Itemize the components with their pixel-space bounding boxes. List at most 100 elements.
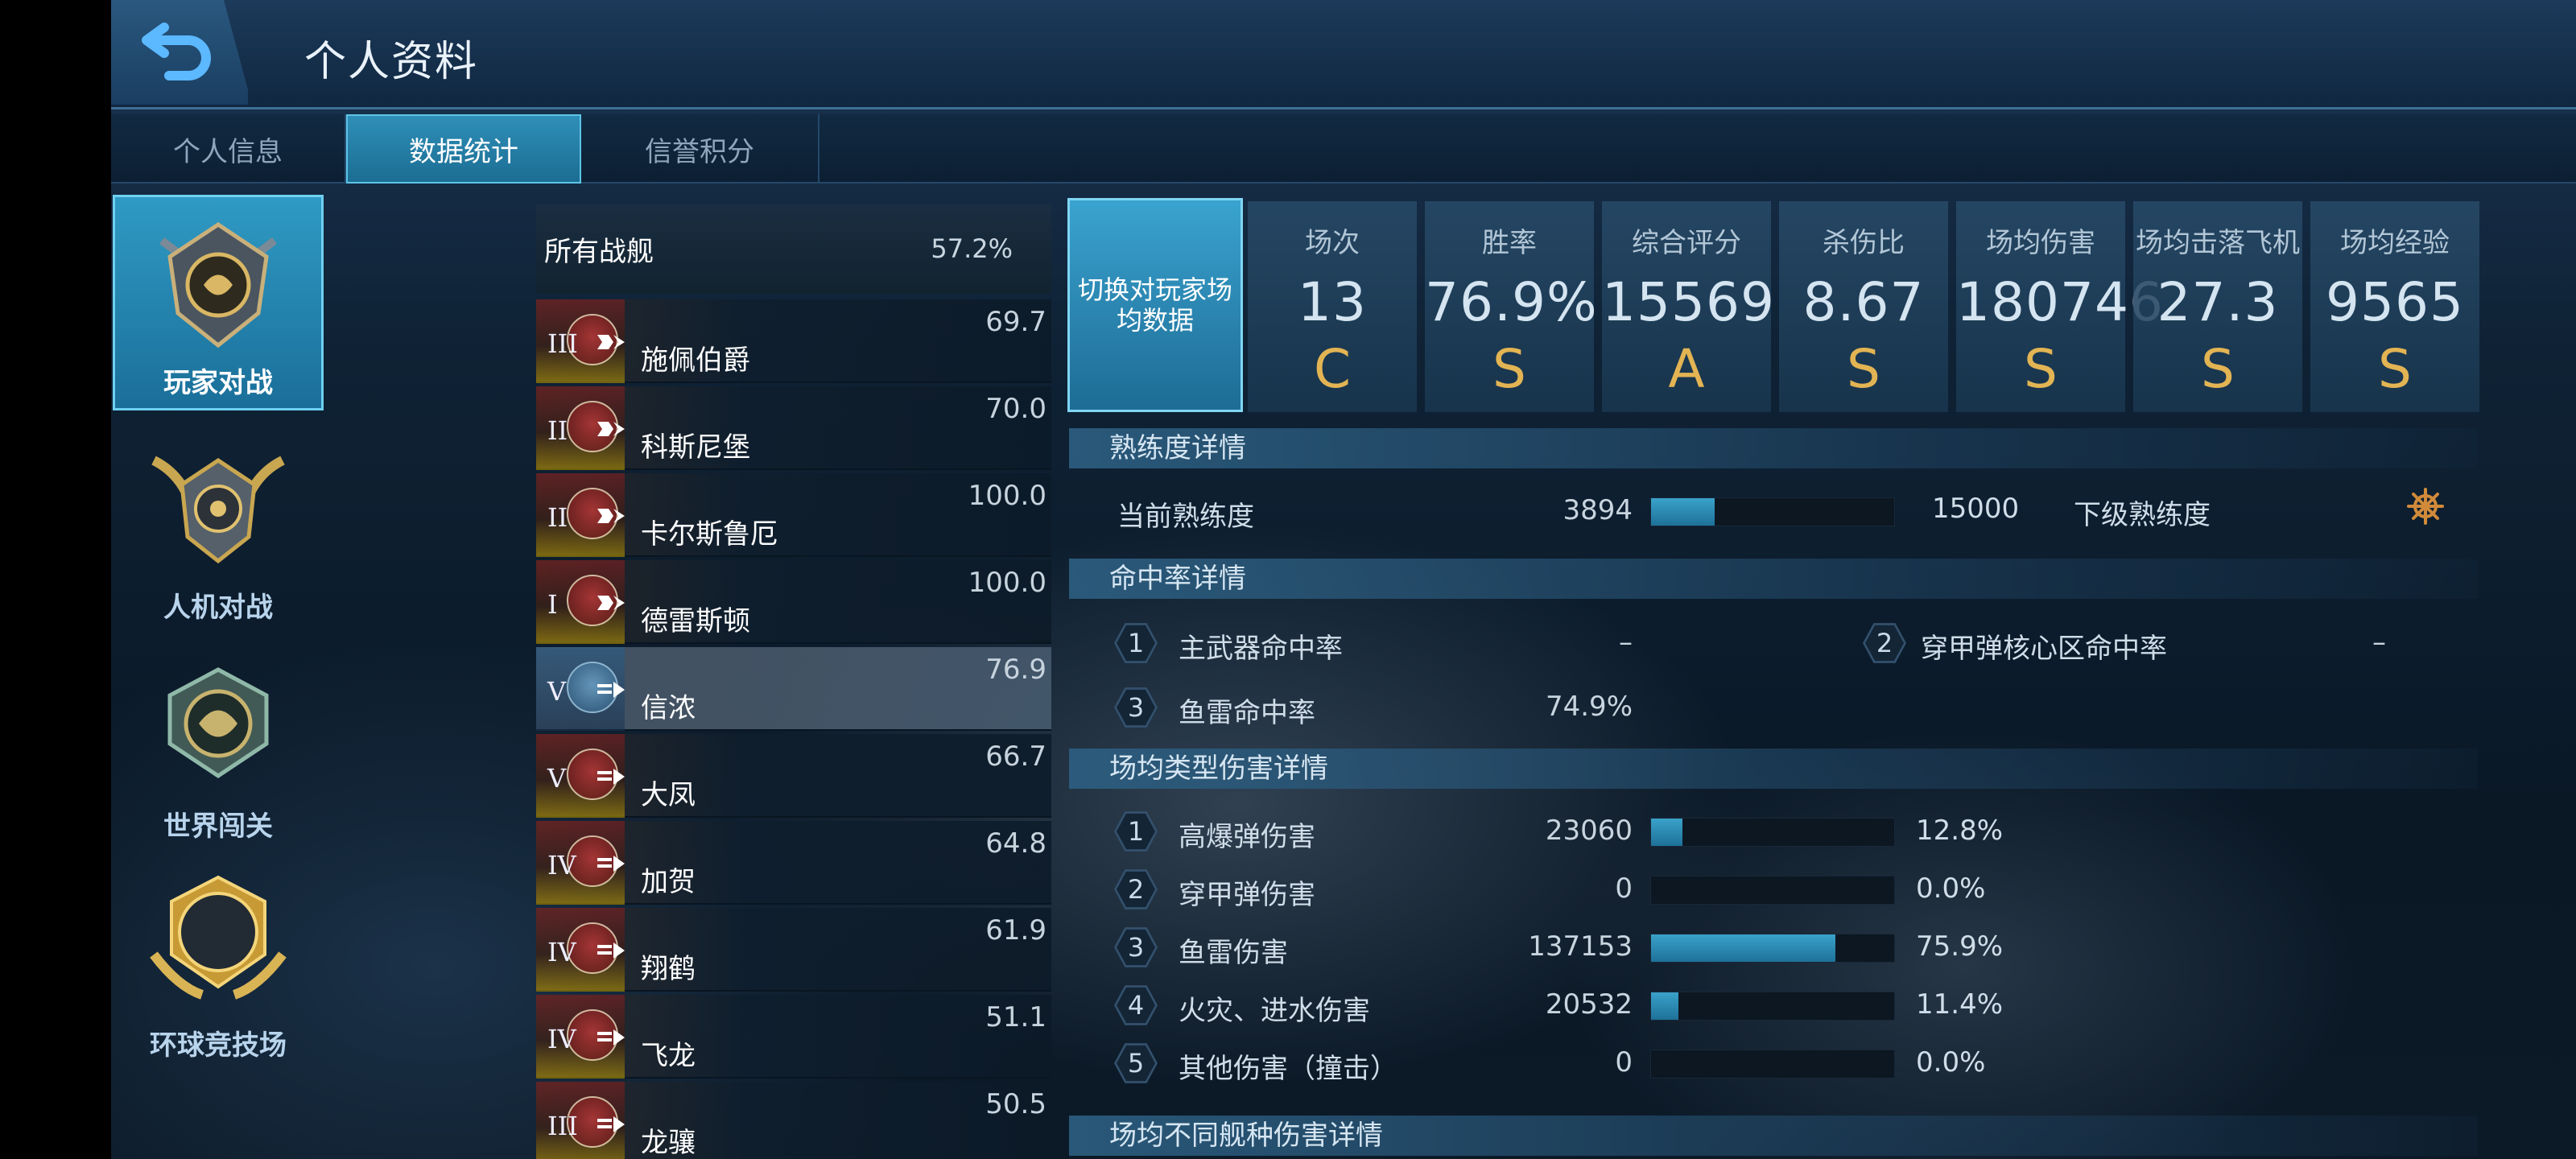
- mode-label: 人机对战: [163, 592, 273, 624]
- ship-tier: IV: [547, 850, 576, 881]
- ship-score: 70.0: [985, 393, 1046, 425]
- pve-emblem-icon: [151, 456, 285, 564]
- ship-class-icon: [597, 1029, 625, 1046]
- hit-rate-value: –: [2372, 626, 2386, 658]
- ship-score: 50.5: [985, 1088, 1046, 1120]
- damage-type-label: 其他伤害（撞击）: [1179, 1053, 1397, 1085]
- stat-label: 场均击落飞机: [2136, 227, 2300, 259]
- mode-world-challenge[interactable]: 世界闯关: [113, 636, 324, 852]
- hit-rate-value: –: [1619, 626, 1633, 658]
- ship-class-icon: [597, 422, 625, 436]
- ship-row[interactable]: II 卡尔斯鲁厄 100.0: [536, 473, 1051, 557]
- ship-name: 飞龙: [641, 1040, 696, 1072]
- ship-name: 信浓: [641, 692, 696, 724]
- ship-wheel-icon[interactable]: [2407, 488, 2444, 525]
- damage-type-pct: 0.0%: [1916, 872, 1986, 905]
- tab-personal-info[interactable]: 个人信息: [111, 114, 346, 184]
- ship-score: 61.9: [985, 914, 1046, 947]
- ship-score: 51.1: [985, 1001, 1046, 1033]
- next-proficiency-label: 下级熟练度: [2074, 499, 2211, 531]
- index-badge: 2: [1863, 623, 1906, 663]
- proficiency-current: 3894: [1563, 494, 1633, 526]
- damage-type-bar-fill: [1651, 819, 1682, 846]
- mode-pvp[interactable]: 玩家对战: [113, 195, 324, 410]
- stat-grade: S: [2024, 338, 2058, 400]
- stat-grade: S: [2378, 338, 2412, 400]
- ship-class-icon: [597, 596, 625, 610]
- ship-class-icon: [597, 769, 625, 785]
- switch-average-button[interactable]: 切换对玩家场均数据: [1067, 198, 1243, 412]
- damage-type-bar: [1650, 992, 1895, 1021]
- all-ships-row[interactable]: 所有战舰 57.2%: [536, 204, 1051, 293]
- ship-row[interactable]: II 科斯尼堡 70.0: [536, 386, 1051, 470]
- all-ships-label: 所有战舰: [544, 235, 654, 268]
- stat-label: 综合评分: [1632, 227, 1741, 259]
- ship-class-icon: [597, 1116, 625, 1132]
- damage-type-value: 0: [1615, 1046, 1633, 1079]
- ship-score: 100.0: [968, 480, 1046, 512]
- stat-value: 76.9%: [1425, 271, 1598, 333]
- damage-type-bar-fill: [1651, 934, 1836, 962]
- proficiency-max: 15000: [1932, 493, 2020, 525]
- page-title: 个人资料: [304, 38, 479, 86]
- global-arena-emblem-icon: [150, 875, 287, 1000]
- ship-row[interactable]: III 施佩伯爵 69.7: [536, 299, 1051, 383]
- damage-type-label: 鱼雷伤害: [1179, 937, 1288, 969]
- mode-global-arena[interactable]: 环球竞技场: [113, 855, 324, 1070]
- tab-data-stats[interactable]: 数据统计: [346, 114, 581, 184]
- mode-label: 玩家对战: [163, 367, 273, 399]
- ship-row[interactable]: III 龙骧 50.5: [536, 1082, 1051, 1159]
- tab-bar: 个人信息 数据统计 信誉积分: [111, 114, 2576, 184]
- index-number: 2: [1876, 628, 1893, 658]
- ship-row[interactable]: IV 翔鹤 61.9: [536, 908, 1051, 992]
- damage-type-label: 高爆弹伤害: [1179, 821, 1315, 853]
- back-arrow-icon[interactable]: [140, 16, 217, 80]
- ship-name: 施佩伯爵: [641, 344, 750, 377]
- damage-type-bar-fill: [1651, 992, 1679, 1020]
- ship-tier: III: [547, 1111, 578, 1141]
- tab-credit-score[interactable]: 信誉积分: [581, 114, 819, 184]
- stat-avg-planes-shot: 场均击落飞机 27.3 S: [2133, 201, 2302, 412]
- hit-rate-label: 穿甲弹核心区命中率: [1921, 633, 2167, 665]
- proficiency-label: 当前熟练度: [1117, 501, 1254, 533]
- ship-row[interactable]: I 德雷斯顿 100.0: [536, 560, 1051, 644]
- ship-row[interactable]: IV 加贺 64.8: [536, 821, 1051, 905]
- damage-type-value: 0: [1615, 872, 1633, 905]
- section-hit-rate: 命中率详情: [1069, 559, 2478, 599]
- ship-row[interactable]: IV 飞龙 51.1: [536, 995, 1051, 1079]
- stat-avg-damage: 场均伤害 180746 S: [1956, 201, 2164, 412]
- stat-avg-exp: 场均经验 9565 S: [2310, 201, 2479, 412]
- ship-tier: II: [547, 502, 568, 533]
- ship-score: 64.8: [985, 827, 1046, 860]
- section-damage-type: 场均类型伤害详情: [1069, 749, 2478, 789]
- stat-value: 8.67: [1802, 271, 1925, 333]
- damage-type-value: 137153: [1528, 930, 1633, 963]
- damage-type-pct: 0.0%: [1916, 1046, 1986, 1079]
- mode-pve[interactable]: 人机对战: [113, 417, 324, 633]
- damage-type-pct: 75.9%: [1916, 930, 2004, 963]
- index-badge: 4: [1114, 985, 1158, 1025]
- mode-label: 世界闯关: [163, 810, 273, 843]
- ship-name: 翔鹤: [641, 953, 696, 985]
- ship-row[interactable]: V 大凤 66.7: [536, 734, 1051, 818]
- ship-tier: III: [547, 328, 578, 359]
- index-number: 5: [1127, 1048, 1145, 1079]
- ship-class-icon: [597, 335, 625, 349]
- stat-value: 180746: [1956, 271, 2164, 333]
- damage-type-pct: 12.8%: [1916, 815, 2004, 847]
- damage-type-value: 20532: [1545, 988, 1633, 1021]
- damage-type-label: 穿甲弹伤害: [1179, 879, 1315, 911]
- index-badge: 1: [1114, 623, 1158, 663]
- index-badge: 1: [1114, 811, 1158, 852]
- stat-value: 27.3: [2157, 271, 2279, 333]
- damage-type-bar: [1650, 1050, 1895, 1079]
- ship-tier: II: [547, 415, 568, 446]
- index-number: 3: [1127, 692, 1145, 723]
- stat-win-rate: 胜率 76.9% S: [1425, 201, 1598, 412]
- ship-tier: I: [547, 589, 558, 620]
- stat-overall-score: 综合评分 15569 A: [1602, 201, 1774, 412]
- index-badge: 2: [1114, 869, 1158, 909]
- ship-row[interactable]: V 信浓 76.9: [536, 647, 1051, 731]
- damage-type-pct: 11.4%: [1916, 988, 2004, 1021]
- stat-grade: A: [1668, 338, 1705, 400]
